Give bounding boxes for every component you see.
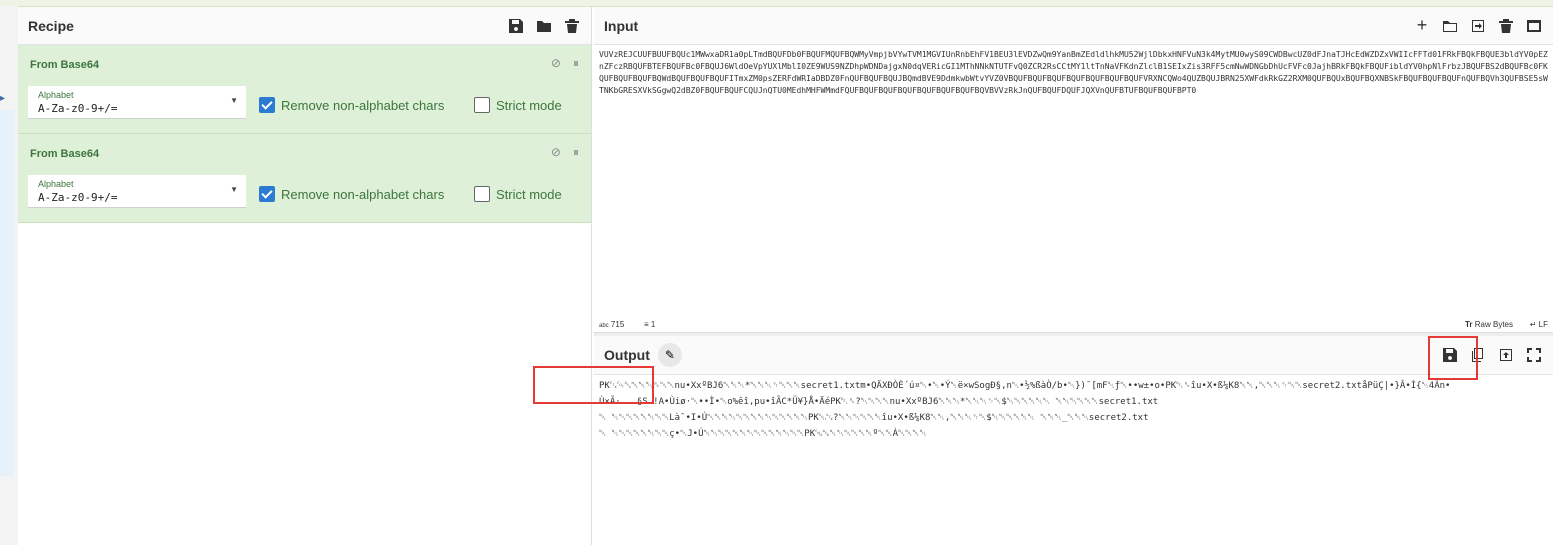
output-line: PK␃␄␔␀␀␀␈␀␀nu•XxºBJ6␀␀␀*␀␀␀␋␀␀␀secret1.t… [599, 381, 1451, 391]
alphabet-value: A-Za-z0-9+/= [38, 191, 118, 204]
recipe-title: Recipe [28, 17, 74, 34]
output-line: Ù×Ã· §S !A•Ùiø·␀••Ì•␀o%êî,pu•îÃC*Ü¥}Å•Äé… [599, 397, 1159, 407]
open-file-icon[interactable] [1469, 17, 1487, 35]
alphabet-select[interactable]: Alphabet A-Za-z0-9+/= ▼ [28, 175, 246, 208]
remove-non-alphabet-checkbox[interactable]: Remove non-alphabet chars [259, 97, 444, 113]
expand-arrow-icon[interactable]: ▸ [0, 93, 5, 104]
abc-icon: abc [599, 322, 609, 329]
line-count-value: 1 [650, 319, 656, 329]
open-folder-icon[interactable] [1441, 17, 1459, 35]
output-pane: Output ✎ PK␃␄␔␀␀␀␈␀␀nu•XxºBJ6␀␀␀*␀␀␀␋␀␀␀… [594, 336, 1553, 545]
input-statusbar: abc 715 ≡ 1 Tr Raw Bytes ↵ LF [594, 316, 1553, 332]
output-line: ␀ ␀␀␀␀␀␀␀␀Là¯•I•Ú␀␀␀␀␀␀␀␀␀␀␀␀␀␀PK␁␂?␀␀␀␀… [599, 413, 1149, 423]
strict-mode-checkbox[interactable]: Strict mode [474, 186, 562, 202]
input-pane: Input + VUVzREJCUUFBUUFBQUc1MWwxaDR1a0pL… [594, 7, 1553, 332]
checkbox-label: Strict mode [496, 97, 562, 113]
checkbox-unchecked-icon[interactable] [474, 97, 490, 113]
operation-from-base64-2[interactable]: From Base64 ⊘ ⏸ Alphabet A-Za-z0-9+/= ▼ R… [18, 134, 591, 223]
operation-title: From Base64 [30, 59, 100, 71]
maximise-icon[interactable] [1525, 346, 1543, 364]
clear-recipe-trash-icon[interactable] [563, 17, 581, 35]
output-title: Output [604, 347, 650, 363]
recipe-header: Recipe [18, 7, 591, 45]
dropdown-caret-icon: ▼ [230, 185, 238, 194]
pause-icon[interactable]: ⏸ [573, 56, 579, 71]
annotation-box-save-button [1428, 336, 1478, 380]
line-count: ≡ 1 [644, 320, 655, 329]
pause-icon[interactable]: ⏸ [573, 145, 579, 160]
input-header: Input + [594, 7, 1553, 45]
input-textarea[interactable]: VUVzREJCUUFBUUFBQUc1MWwxaDR1a0pLTmdBQUFD… [599, 49, 1549, 97]
left-rail: ▸ [0, 6, 19, 545]
replace-input-icon[interactable] [1497, 346, 1515, 364]
alphabet-select[interactable]: Alphabet A-Za-z0-9+/= ▼ [28, 86, 246, 119]
return-arrow-icon: ↵ [1529, 319, 1537, 329]
checkbox-checked-icon[interactable] [259, 186, 275, 202]
alphabet-label: Alphabet [38, 179, 74, 189]
eol-lf: ↵ LF [1530, 320, 1548, 329]
output-line: ␀ ␀␀␀␀␀␀␀␀ç•␀J•Ú␀␀␀␀␀␀␀␀␀␀␀␀␀␀PK␅␆␀␀␀␀␀␀… [599, 429, 927, 439]
clear-input-trash-icon[interactable] [1497, 17, 1515, 35]
add-input-plus-icon[interactable]: + [1413, 15, 1431, 35]
load-recipe-folder-icon[interactable] [535, 17, 553, 35]
recipe-pane: Recipe From Base64 ⊘ ⏸ Alphabet A-Za-z0-9… [18, 7, 592, 545]
remove-non-alphabet-checkbox[interactable]: Remove non-alphabet chars [259, 186, 444, 202]
alphabet-value: A-Za-z0-9+/= [38, 102, 118, 115]
checkbox-label: Remove non-alphabet chars [281, 97, 445, 113]
annotation-box-output-start [533, 366, 654, 404]
output-header: Output ✎ [594, 336, 1553, 375]
checkbox-label: Strict mode [496, 186, 562, 202]
checkbox-checked-icon[interactable] [259, 97, 275, 113]
text-icon: Tr [1464, 319, 1473, 329]
input-title: Input [604, 17, 639, 34]
checkbox-unchecked-icon[interactable] [474, 186, 490, 202]
checkbox-label: Remove non-alphabet chars [281, 186, 445, 202]
left-rail-highlight [0, 110, 14, 476]
raw-bytes-label[interactable]: Raw Bytes [1475, 320, 1513, 329]
disable-icon[interactable]: ⊘ [551, 56, 561, 71]
char-count: abc 715 [599, 320, 624, 329]
save-recipe-icon[interactable] [507, 17, 525, 35]
strict-mode-checkbox[interactable]: Strict mode [474, 97, 562, 113]
char-count-value: 715 [610, 319, 625, 329]
output-text[interactable]: PK␃␄␔␀␀␀␈␀␀nu•XxºBJ6␀␀␀*␀␀␀␋␀␀␀secret1.t… [599, 378, 1549, 442]
lines-icon: ≡ [644, 319, 649, 329]
top-strip [0, 0, 1553, 7]
dropdown-caret-icon: ▼ [230, 96, 238, 105]
magic-wand-icon[interactable]: ✎ [657, 343, 682, 367]
disable-icon[interactable]: ⊘ [551, 145, 561, 160]
alphabet-label: Alphabet [38, 90, 74, 100]
layout-icon[interactable] [1525, 17, 1543, 35]
operation-from-base64-1[interactable]: From Base64 ⊘ ⏸ Alphabet A-Za-z0-9+/= ▼ R… [18, 45, 591, 134]
encoding-raw-bytes: Tr Raw Bytes [1465, 320, 1513, 329]
operation-title: From Base64 [30, 148, 100, 160]
eol-label[interactable]: LF [1539, 320, 1548, 329]
